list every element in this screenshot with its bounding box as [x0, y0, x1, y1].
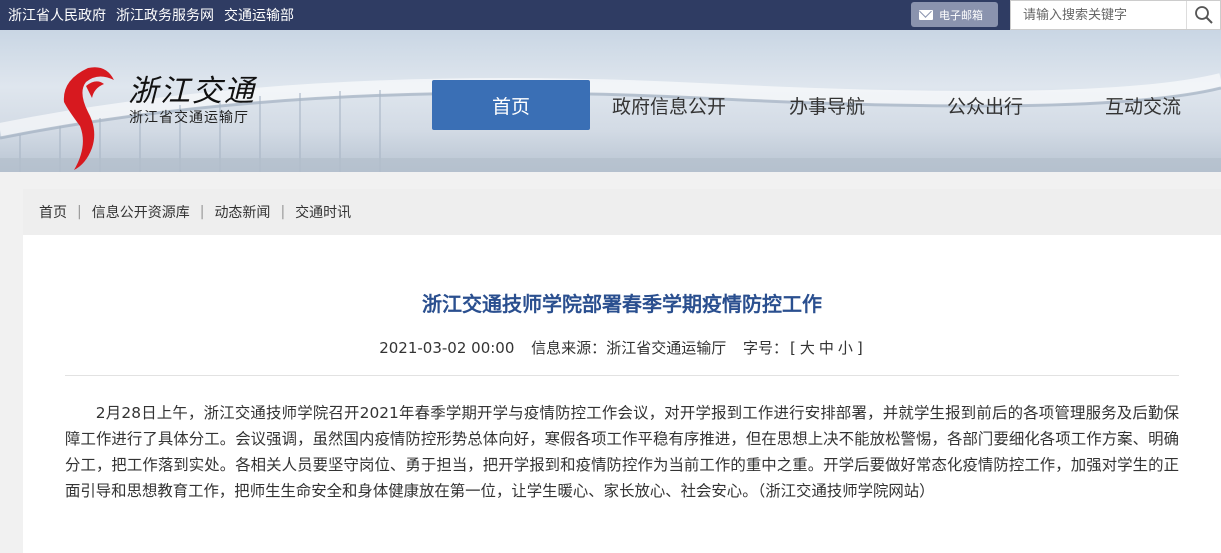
article-body: 2月28日上午，浙江交通技师学院召开2021年春季学期开学与疫情防控工作会议，对…: [65, 404, 1179, 500]
link-zj-service[interactable]: 浙江政务服务网: [116, 5, 214, 25]
top-bar: 浙江省人民政府 浙江政务服务网 交通运输部 电子邮箱: [0, 0, 1221, 30]
breadcrumb: 首页 | 信息公开资源库 | 动态新闻 | 交通时讯: [23, 189, 1221, 235]
source-value: 浙江省交通运输厅: [606, 339, 727, 357]
nav-public-travel[interactable]: 公众出行: [906, 80, 1064, 130]
nav-home[interactable]: 首页: [432, 80, 590, 130]
nav-services[interactable]: 办事导航: [748, 80, 906, 130]
link-mot[interactable]: 交通运输部: [224, 5, 294, 25]
mail-icon: [919, 9, 933, 20]
nav-interaction[interactable]: 互动交流: [1064, 80, 1221, 130]
font-size-medium[interactable]: 中: [819, 339, 834, 357]
article-meta: 2021-03-02 00:00 信息来源：浙江省交通运输厅 字号：[大中小]: [23, 337, 1221, 358]
top-links: 浙江省人民政府 浙江政务服务网 交通运输部: [8, 0, 294, 30]
breadcrumb-info-library[interactable]: 信息公开资源库: [92, 202, 190, 222]
breadcrumb-traffic-news[interactable]: 交通时讯: [295, 202, 351, 222]
search-icon: [1195, 6, 1213, 24]
font-size-bracket-open: [: [790, 339, 796, 357]
font-size-bracket-close: ]: [856, 339, 863, 357]
header-banner: 浙江交通 浙江省交通运输厅 首页 政府信息公开 办事导航 公众出行 互动交流: [0, 30, 1221, 172]
source-label: 信息来源：: [531, 339, 607, 357]
logo-subtitle: 浙江省交通运输厅: [129, 110, 249, 126]
search-box: [1010, 0, 1221, 30]
article-title: 浙江交通技师学院部署春季学期疫情防控工作: [422, 292, 822, 316]
divider: [65, 375, 1179, 376]
article-card: 首页 | 信息公开资源库 | 动态新闻 | 交通时讯 浙江交通技师学院部署春季学…: [23, 189, 1221, 553]
breadcrumb-separator: |: [280, 204, 286, 220]
article-date: 2021-03-02 00:00: [379, 339, 515, 357]
logo-title: 浙江交通: [128, 74, 256, 109]
font-size-large[interactable]: 大: [800, 339, 815, 357]
article-source: 信息来源：浙江省交通运输厅: [531, 339, 726, 357]
search-button[interactable]: [1186, 1, 1220, 29]
nav-gov-info[interactable]: 政府信息公开: [590, 80, 748, 130]
link-zj-gov[interactable]: 浙江省人民政府: [8, 5, 106, 25]
breadcrumb-separator: |: [77, 204, 82, 220]
main-nav: 首页 政府信息公开 办事导航 公众出行 互动交流: [432, 80, 1221, 130]
breadcrumb-news[interactable]: 动态新闻: [214, 202, 270, 222]
search-input[interactable]: [1011, 1, 1187, 29]
font-size-control: 字号：[大中小]: [743, 339, 865, 357]
breadcrumb-separator: |: [199, 204, 205, 220]
email-button-label: 电子邮箱: [939, 8, 983, 22]
email-button[interactable]: 电子邮箱: [911, 2, 998, 27]
font-size-small[interactable]: 小: [838, 339, 853, 357]
font-size-label: 字号：: [742, 339, 788, 357]
breadcrumb-home[interactable]: 首页: [39, 202, 67, 222]
